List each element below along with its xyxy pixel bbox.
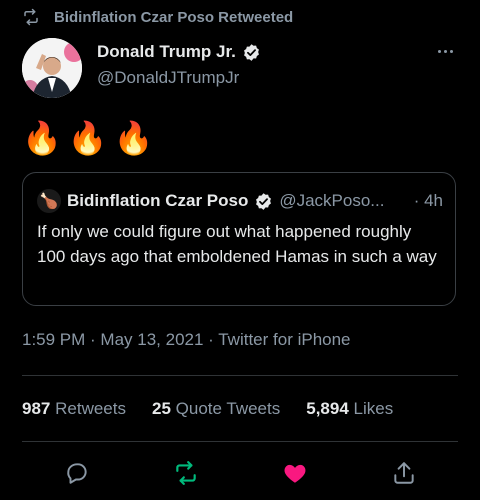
quote-tweets-label: Quote Tweets bbox=[175, 399, 281, 418]
quoted-tweet-time: · 4h bbox=[413, 191, 443, 210]
more-options-icon[interactable] bbox=[434, 44, 456, 58]
quoted-tweet-card[interactable]: 🍗 Bidinflation Czar Poso @JackPoso... · … bbox=[22, 172, 456, 306]
share-icon[interactable] bbox=[390, 459, 418, 487]
quote-tweets-stat[interactable]: 25 Quote Tweets bbox=[152, 399, 280, 419]
retweet-icon bbox=[22, 8, 40, 26]
retweet-icon[interactable] bbox=[172, 459, 200, 487]
fire-emoji: 🔥 bbox=[113, 120, 154, 156]
retweet-banner[interactable]: Bidinflation Czar Poso Retweeted bbox=[22, 6, 293, 28]
tweet-actions-bar bbox=[0, 455, 480, 491]
likes-label: Likes bbox=[353, 399, 394, 418]
divider bbox=[22, 375, 458, 376]
quoted-author-name[interactable]: Bidinflation Czar Poso bbox=[67, 191, 248, 211]
quoted-tweet-text: If only we could figure out what happene… bbox=[37, 222, 437, 266]
quote-tweets-count: 25 bbox=[151, 399, 171, 418]
divider bbox=[22, 441, 458, 442]
tweet-timestamp[interactable]: 1:59 PM · May 13, 2021 · Twitter for iPh… bbox=[22, 330, 351, 350]
tweet-body: 🔥 🔥 🔥 bbox=[22, 118, 154, 158]
likes-count: 5,894 bbox=[306, 399, 349, 418]
reply-icon[interactable] bbox=[63, 459, 91, 487]
quoted-tweet-header: 🍗 Bidinflation Czar Poso @JackPoso... · … bbox=[37, 187, 443, 215]
fire-emoji: 🔥 bbox=[67, 120, 108, 156]
retweets-label: Retweets bbox=[55, 399, 126, 418]
fire-emoji: 🔥 bbox=[22, 120, 62, 156]
retweets-count: 987 bbox=[22, 399, 51, 418]
author-name[interactable]: Donald Trump Jr. bbox=[97, 42, 236, 62]
quoted-author-handle[interactable]: @JackPoso... bbox=[279, 191, 384, 211]
verified-badge-icon bbox=[254, 192, 273, 211]
like-icon[interactable] bbox=[281, 459, 309, 487]
author-avatar[interactable] bbox=[22, 38, 82, 98]
verified-badge-icon bbox=[242, 43, 261, 62]
tweet-stats: 987 Retweets 25 Quote Tweets 5,894 Likes bbox=[22, 399, 419, 419]
quoted-author-avatar[interactable]: 🍗 bbox=[37, 189, 61, 213]
retweet-banner-text: Bidinflation Czar Poso Retweeted bbox=[54, 8, 294, 26]
likes-stat[interactable]: 5,894 Likes bbox=[306, 399, 393, 419]
author-handle[interactable]: @DonaldJTrumpJr bbox=[97, 68, 261, 88]
author-block[interactable]: Donald Trump Jr. @DonaldJTrumpJr bbox=[97, 42, 261, 88]
retweets-stat[interactable]: 987 Retweets bbox=[22, 399, 126, 419]
